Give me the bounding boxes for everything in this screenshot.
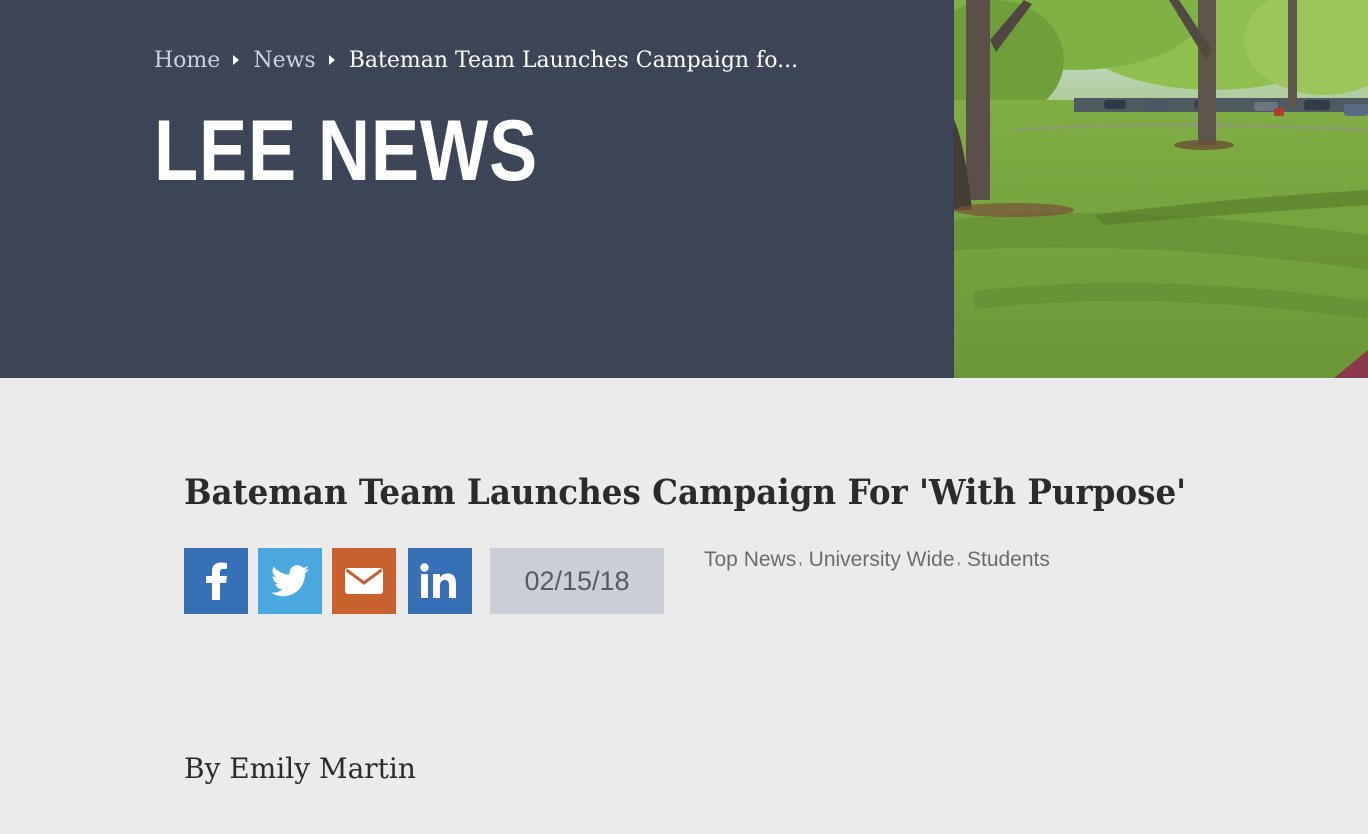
article-title: Bateman Team Launches Campaign For 'With… [184,472,1187,513]
share-email-button[interactable] [332,548,396,614]
share-linkedin-button[interactable] [408,548,472,614]
linkedin-icon [420,563,456,598]
breadcrumb-arrow-icon [233,55,240,65]
article-byline: By Emily Martin [184,752,416,785]
facebook-icon [206,562,227,600]
breadcrumb-news-link[interactable]: News [253,48,315,73]
site-title: LEE NEWS [154,103,539,199]
tag-top-news[interactable]: Top News [704,548,796,572]
tag-separator: , [956,551,961,568]
breadcrumb-home-link[interactable]: Home [154,48,220,73]
twitter-icon [271,565,309,597]
article-tags: Top News , University Wide , Students [704,548,1050,572]
tag-university-wide[interactable]: University Wide [809,548,955,572]
share-twitter-button[interactable] [258,548,322,614]
breadcrumb: Home News Bateman Team Launches Campaign… [154,44,798,76]
campus-lawn-photo [954,0,1368,378]
breadcrumb-current-page: Bateman Team Launches Campaign fo... [348,47,799,73]
tag-separator: , [798,551,803,568]
share-facebook-button[interactable] [184,548,248,614]
breadcrumb-arrow-icon [328,55,335,65]
email-icon [345,568,383,594]
article-date: 02/15/18 [490,548,664,614]
hero-banner: Home News Bateman Team Launches Campaign… [0,0,1368,378]
tag-students[interactable]: Students [967,548,1050,572]
